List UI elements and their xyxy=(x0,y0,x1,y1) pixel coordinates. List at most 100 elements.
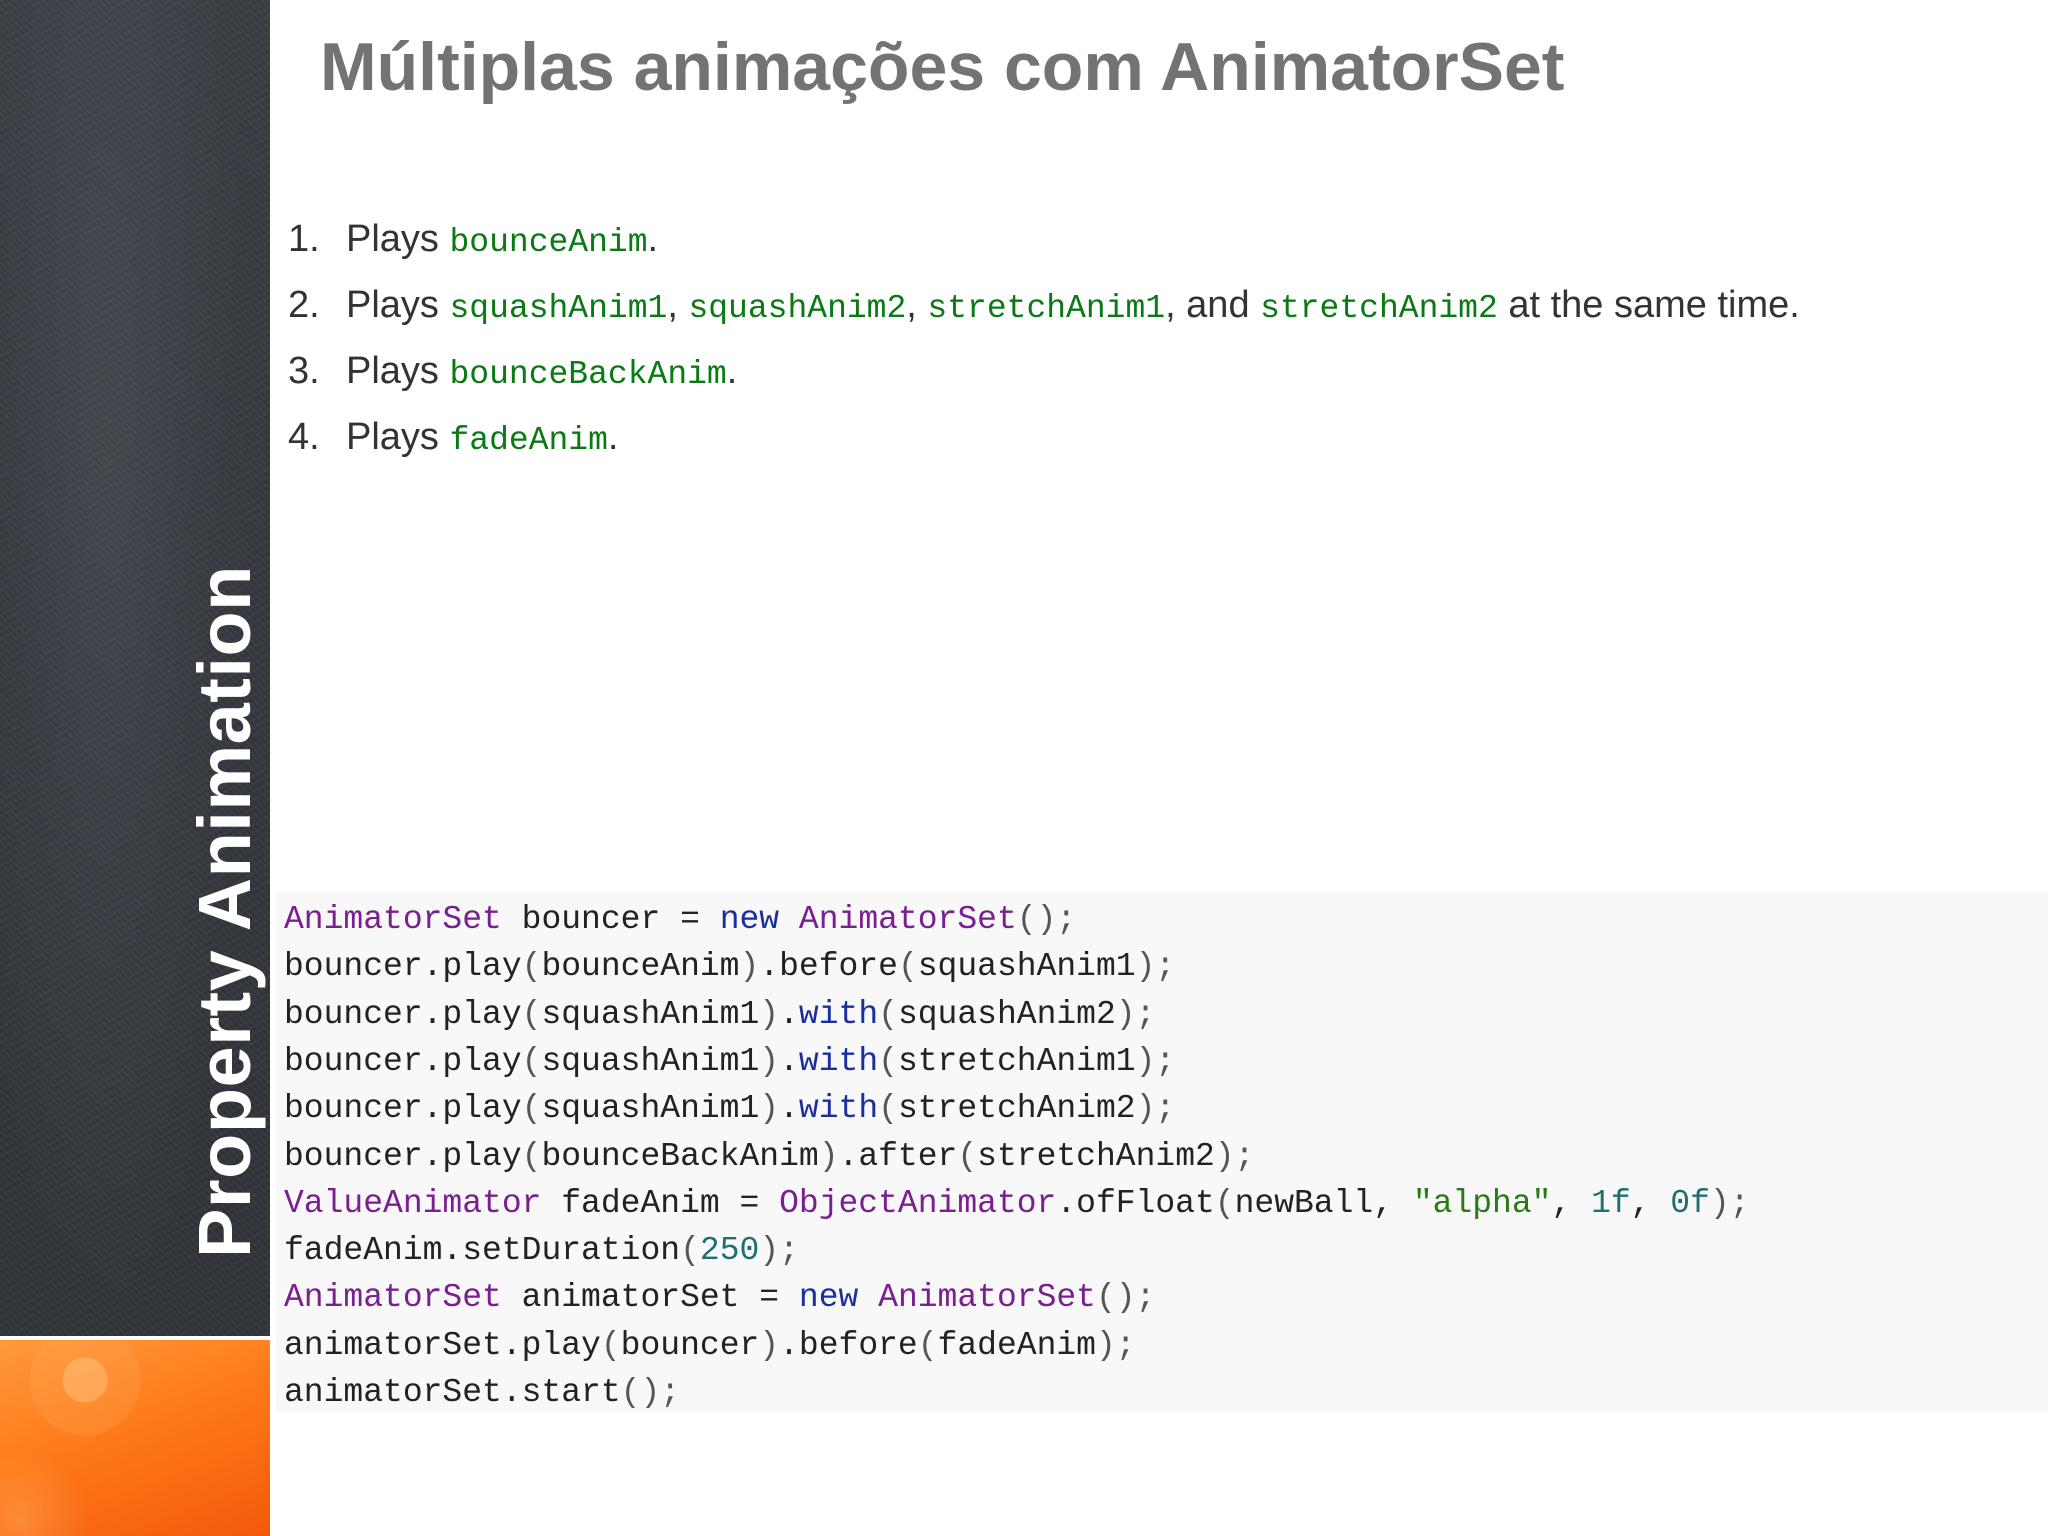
step-number: 3. xyxy=(288,350,320,392)
step-text: Plays xyxy=(346,350,450,392)
code-token: ) xyxy=(818,1137,839,1175)
code-token: ) xyxy=(759,1326,780,1364)
code-token: stretchAnim2 xyxy=(977,1137,1215,1175)
code-token: new xyxy=(719,901,780,938)
code-line: bouncer.play(bounceBackAnim).after(stret… xyxy=(284,1133,1254,1180)
code-line: AnimatorSet animatorSet = new AnimatorSe… xyxy=(284,1274,1155,1321)
code-line: bouncer.play(squashAnim1).with(stretchAn… xyxy=(284,1085,1175,1132)
code-token: squashAnim1 xyxy=(541,1042,760,1080)
step-code-identifier: bounceAnim xyxy=(449,224,648,261)
code-token: ( xyxy=(600,1326,621,1364)
code-line: ValueAnimator fadeAnim = ObjectAnimator.… xyxy=(284,1180,1750,1227)
code-token: ) xyxy=(759,1090,780,1128)
step-code-identifier: stretchAnim2 xyxy=(1260,290,1498,327)
code-token: bouncer.play xyxy=(284,995,522,1033)
code-token: ); xyxy=(1214,1137,1255,1175)
code-token: with xyxy=(798,1042,879,1080)
code-token: (); xyxy=(620,1374,681,1411)
code-token: . xyxy=(779,1090,799,1128)
code-token: bouncer.play xyxy=(284,948,522,986)
code-token: ( xyxy=(1214,1184,1235,1222)
code-token: ); xyxy=(1115,995,1156,1033)
code-token: ); xyxy=(1135,948,1176,986)
code-token: squashAnim2 xyxy=(897,995,1116,1033)
code-token: ( xyxy=(878,1090,898,1128)
code-token: ); xyxy=(1095,1326,1136,1364)
code-token: , xyxy=(1551,1184,1592,1222)
code-token: bouncer = xyxy=(501,901,720,938)
code-token: with xyxy=(798,1090,879,1128)
code-line: AnimatorSet bouncer = new AnimatorSet(); xyxy=(284,896,1076,943)
step-text: . xyxy=(607,416,619,458)
code-token: bouncer xyxy=(620,1326,760,1364)
code-token: .ofFloat xyxy=(1056,1184,1215,1222)
code-token: 250 xyxy=(699,1232,760,1270)
step-text: . xyxy=(647,218,659,260)
step-text: , and xyxy=(1165,284,1261,326)
code-token: animatorSet.play xyxy=(284,1326,601,1364)
steps-list: 1. Plays bounceAnim. 2. Plays squashAnim1 , … xyxy=(288,212,1800,476)
code-token: fadeAnim = xyxy=(541,1184,780,1222)
code-token: new xyxy=(798,1279,859,1317)
code-token: , xyxy=(1630,1184,1671,1222)
code-line: bouncer.play(squashAnim1).with(squashAni… xyxy=(284,991,1155,1038)
code-token: "alpha" xyxy=(1412,1184,1552,1222)
code-token: .after xyxy=(838,1137,958,1175)
code-token: ValueAnimator xyxy=(284,1184,542,1222)
code-token: squashAnim1 xyxy=(541,1090,760,1128)
code-token: ( xyxy=(521,1137,542,1175)
step-code-identifier: squashAnim2 xyxy=(688,290,907,327)
code-token: squashAnim1 xyxy=(541,995,760,1033)
code-token: bounceBackAnim xyxy=(541,1137,819,1175)
code-line: bouncer.play(squashAnim1).with(stretchAn… xyxy=(284,1038,1175,1085)
step-item: 2. Plays squashAnim1, squashAnim2, stretc… xyxy=(288,278,1800,344)
code-token: AnimatorSet xyxy=(284,901,502,938)
code-token: (); xyxy=(1095,1279,1156,1317)
step-text: . xyxy=(726,350,738,392)
sidebar-panel: Property Animation xyxy=(0,0,270,1536)
code-token: ); xyxy=(1709,1184,1750,1222)
code-token: ( xyxy=(917,1326,938,1364)
step-text: Plays xyxy=(346,416,450,458)
code-token: AnimatorSet xyxy=(284,1279,502,1317)
code-token: ( xyxy=(521,948,542,986)
code-token: ( xyxy=(878,995,898,1033)
code-token: 1f xyxy=(1591,1184,1631,1222)
step-text: , xyxy=(906,284,928,326)
code-token: bouncer.play xyxy=(284,1137,522,1175)
step-item: 1. Plays bounceAnim. xyxy=(288,212,1800,278)
code-token: with xyxy=(798,995,879,1033)
step-item: 3. Plays bounceBackAnim. xyxy=(288,344,1800,410)
code-token: ( xyxy=(680,1232,700,1270)
step-number: 1. xyxy=(288,218,320,260)
code-token: (); xyxy=(1016,901,1077,938)
code-token: .before xyxy=(759,948,898,986)
step-number: 2. xyxy=(288,284,320,326)
code-token: .before xyxy=(779,1326,918,1364)
code-token: ( xyxy=(897,948,918,986)
sidebar-accent-block xyxy=(0,1340,270,1536)
step-code-identifier: fadeAnim xyxy=(449,422,608,459)
code-line: animatorSet.play(bouncer).before(fadeAni… xyxy=(284,1322,1136,1369)
code-token: ); xyxy=(1135,1042,1176,1080)
section-title-vertical: Property Animation xyxy=(183,565,266,1258)
step-text: , xyxy=(667,284,689,326)
code-token: bouncer.play xyxy=(284,1042,522,1080)
code-line: animatorSet.start(); xyxy=(284,1369,680,1416)
step-code-identifier: stretchAnim1 xyxy=(927,290,1166,327)
code-token: AnimatorSet xyxy=(878,1279,1096,1317)
slide-title: Múltiplas animações com AnimatorSet xyxy=(320,29,1565,105)
code-token: ( xyxy=(521,995,542,1033)
code-token: ); xyxy=(759,1232,799,1270)
step-code-identifier: squashAnim1 xyxy=(449,290,668,327)
code-token: ) xyxy=(759,1042,780,1080)
code-token: newBall, xyxy=(1234,1184,1413,1222)
code-token: animatorSet = xyxy=(501,1279,799,1317)
code-line: bouncer.play(bounceAnim).before(squashAn… xyxy=(284,943,1175,990)
code-token: ObjectAnimator xyxy=(779,1184,1057,1222)
code-token: stretchAnim2 xyxy=(897,1090,1136,1128)
code-token: stretchAnim1 xyxy=(897,1042,1136,1080)
code-token: fadeAnim xyxy=(937,1326,1096,1364)
